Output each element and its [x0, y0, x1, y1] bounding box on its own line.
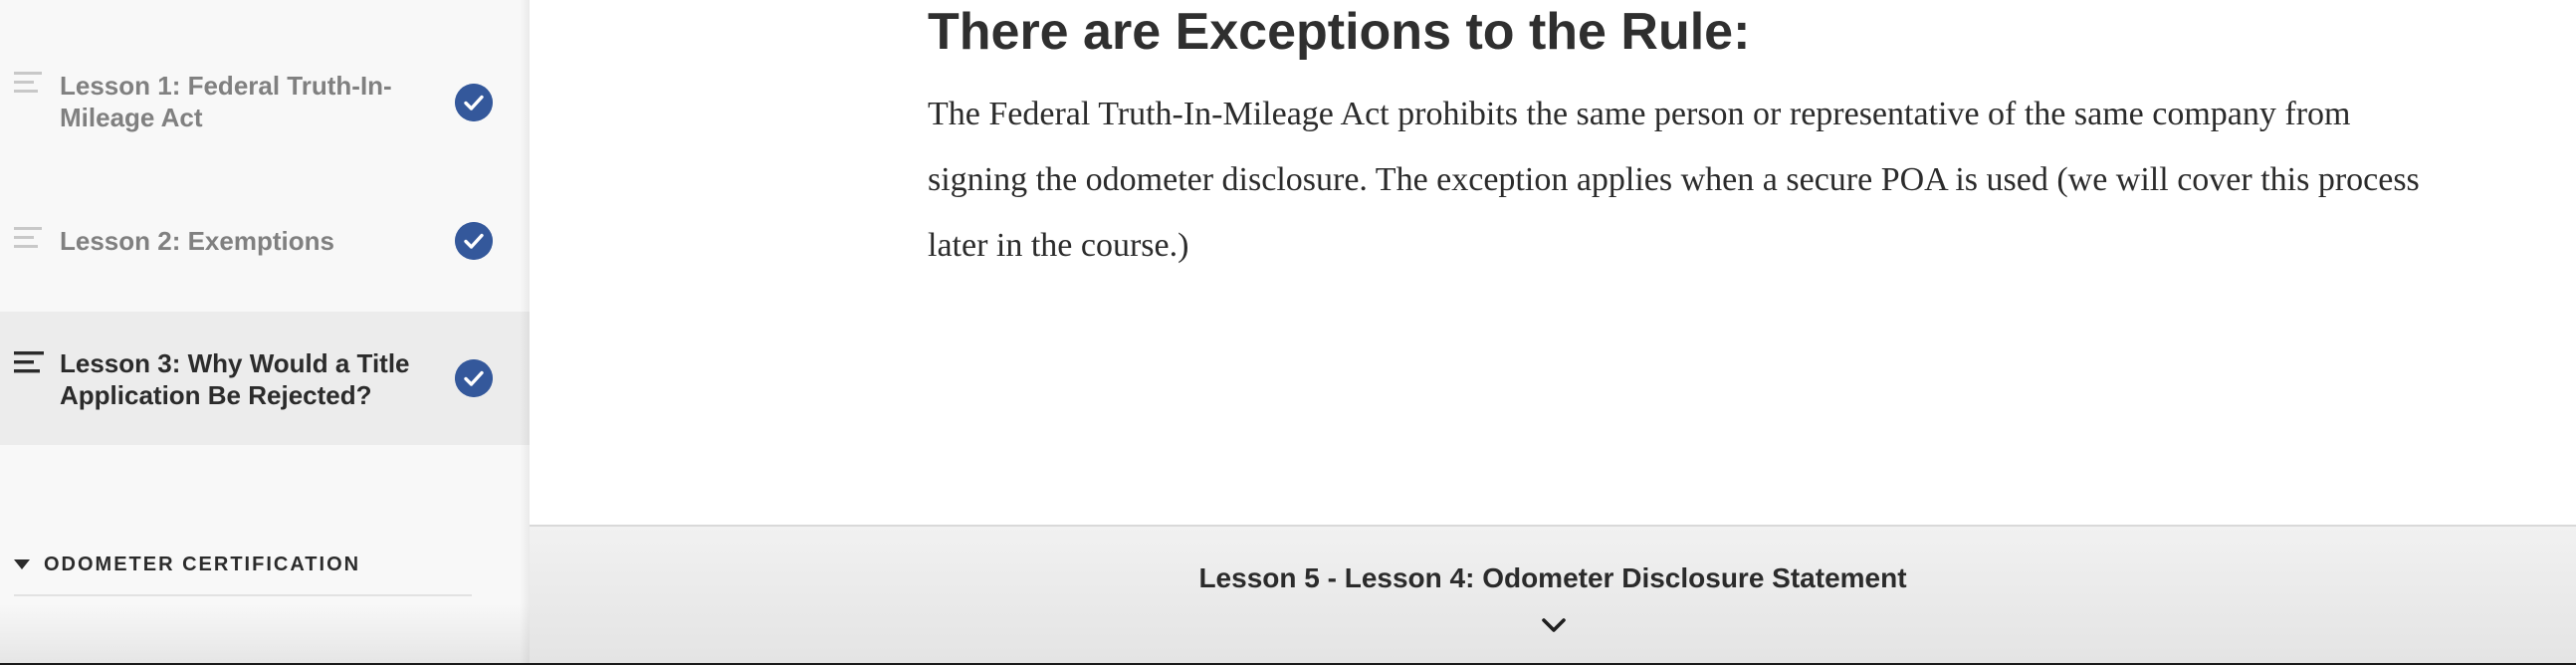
sidebar-shade — [0, 603, 530, 663]
caret-down-icon — [14, 559, 30, 569]
sidebar-lesson-1[interactable]: Lesson 1: Federal Truth-In-Mileage Act — [0, 62, 530, 141]
menu-lines-icon — [14, 351, 44, 373]
checkmark-circle-icon — [455, 84, 493, 121]
lesson-label: Lesson 2: Exemptions — [60, 226, 334, 256]
lesson-label: Lesson 1: Federal Truth-In-Mileage Act — [60, 71, 392, 132]
page-title: There are Exceptions to the Rule: — [928, 3, 1751, 61]
lesson-body-text: The Federal Truth-In-Mileage Act prohibi… — [928, 96, 2420, 264]
section-label: ODOMETER CERTIFICATION — [44, 553, 361, 575]
menu-lines-icon — [14, 72, 42, 93]
lesson-content: There are Exceptions to the Rule: The Fe… — [530, 0, 2576, 525]
sidebar-lesson-3[interactable]: Lesson 3: Why Would a Title Application … — [0, 312, 530, 445]
section-divider — [14, 594, 472, 596]
next-lesson-bar[interactable]: Lesson 5 - Lesson 4: Odometer Disclosure… — [530, 525, 2576, 663]
menu-lines-icon — [14, 227, 42, 248]
lesson-label: Lesson 3: Why Would a Title Application … — [60, 348, 410, 410]
next-lesson-link[interactable]: Lesson 5 - Lesson 4: Odometer Disclosure… — [530, 562, 2576, 594]
sidebar-lesson-2[interactable]: Lesson 2: Exemptions — [0, 199, 530, 283]
section-toggle-odometer-certification[interactable]: ODOMETER CERTIFICATION — [14, 550, 472, 579]
chevron-down-icon[interactable] — [1541, 612, 1567, 638]
checkmark-circle-icon — [455, 359, 493, 397]
course-sidebar: Lesson 1: Federal Truth-In-Mileage Act L… — [0, 0, 530, 663]
checkmark-circle-icon — [455, 222, 493, 260]
